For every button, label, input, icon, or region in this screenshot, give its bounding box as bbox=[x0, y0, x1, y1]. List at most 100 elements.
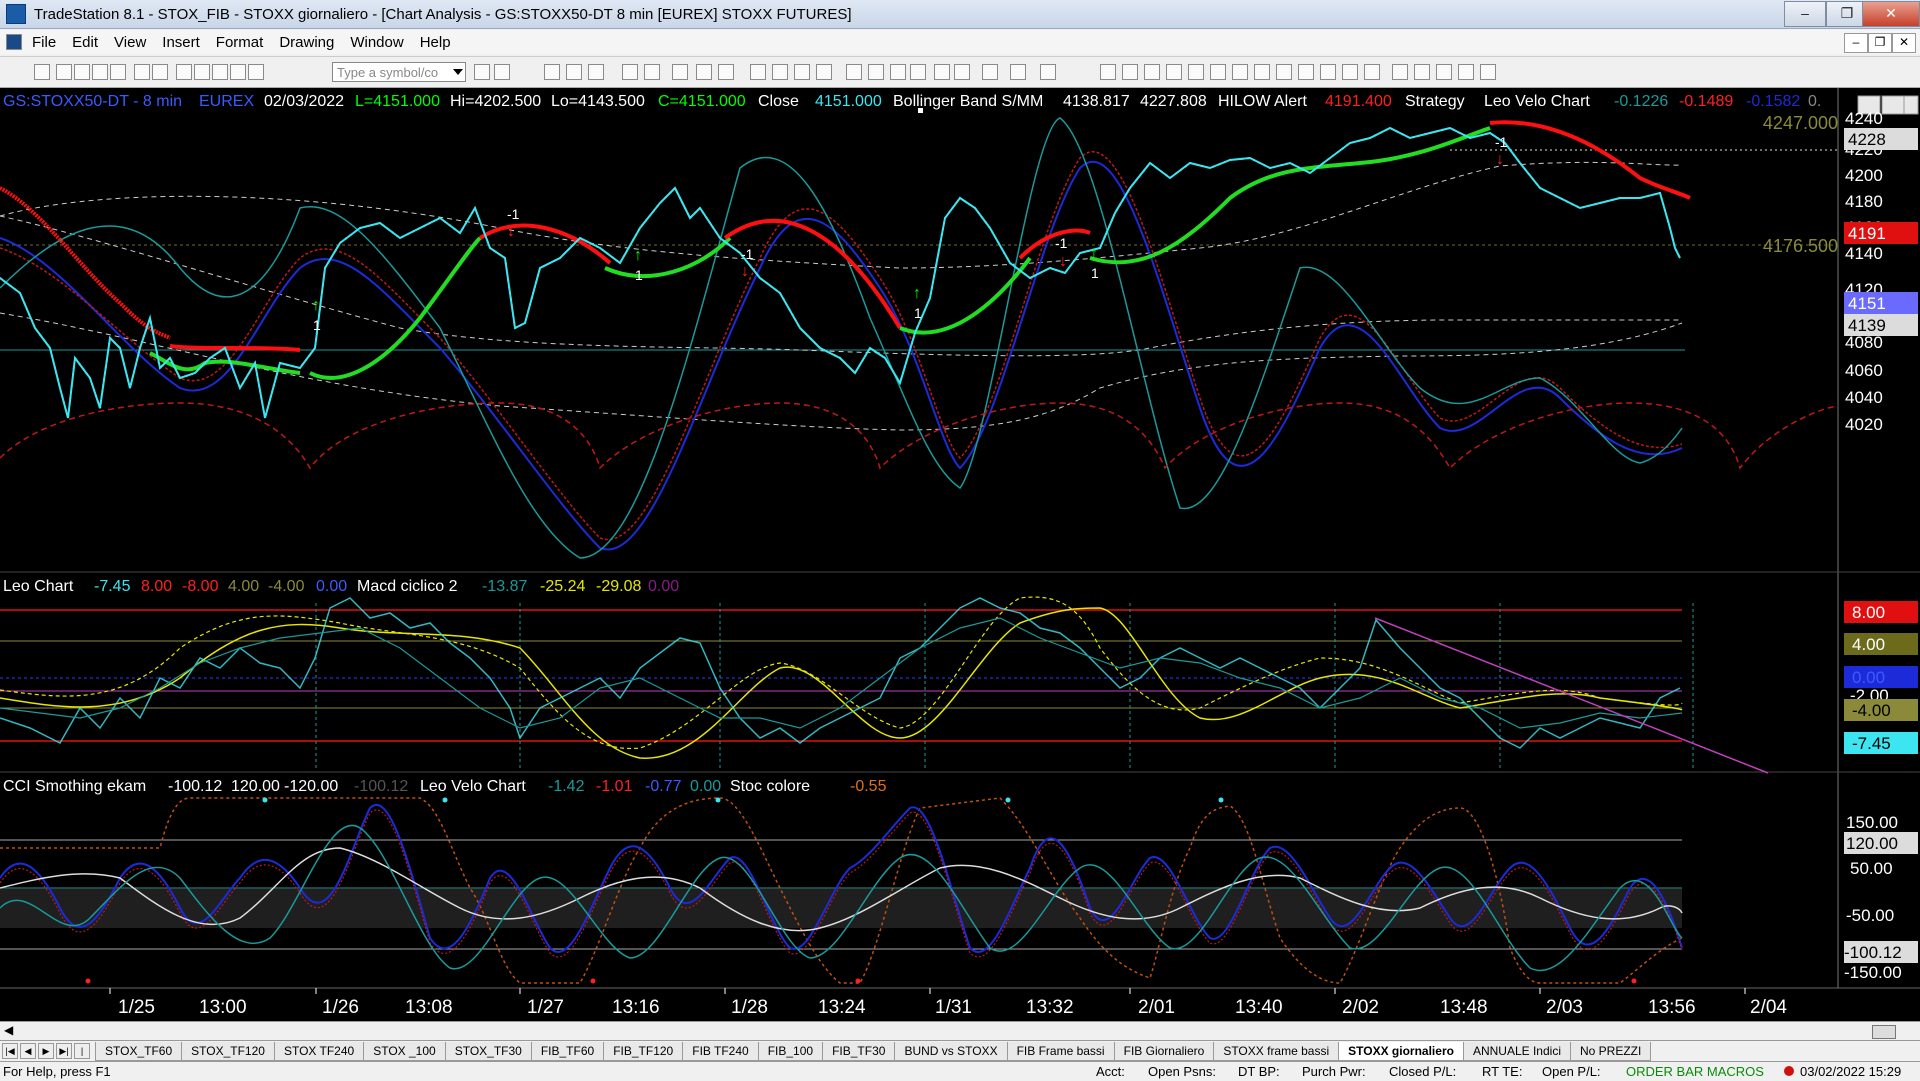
new-icon[interactable] bbox=[34, 64, 50, 80]
order-bar-icon[interactable] bbox=[750, 64, 766, 80]
bars-icon[interactable] bbox=[230, 64, 246, 80]
tab-stox-tf60[interactable]: STOX_TF60 bbox=[95, 1041, 183, 1061]
status-macros[interactable]: ORDER BAR MACROS bbox=[1626, 1064, 1764, 1079]
panel-restore-button[interactable] bbox=[1881, 95, 1905, 115]
tab-stox-tf240[interactable]: STOX TF240 bbox=[273, 1041, 365, 1061]
open-icon[interactable] bbox=[56, 64, 72, 80]
minimize-button[interactable]: – bbox=[1784, 1, 1826, 27]
tab-fib-giornaliero[interactable]: FIB Giornaliero bbox=[1113, 1041, 1215, 1061]
tab-stox-tf30[interactable]: STOX_TF30 bbox=[444, 1041, 532, 1061]
mdi-minimize-button[interactable]: – bbox=[1844, 33, 1868, 53]
crosshair-icon[interactable] bbox=[954, 64, 970, 80]
pen-icon[interactable] bbox=[1364, 64, 1380, 80]
radar-icon[interactable] bbox=[566, 64, 582, 80]
menu-drawing[interactable]: Drawing bbox=[279, 34, 334, 51]
mdi-close-button[interactable]: ✕ bbox=[1892, 33, 1916, 53]
regression-icon[interactable] bbox=[1276, 64, 1292, 80]
tab-stoxx-frame-bassi[interactable]: STOXX frame bassi bbox=[1213, 1041, 1340, 1061]
print-icon[interactable] bbox=[134, 64, 150, 80]
tab-prev-icon[interactable]: ◀ bbox=[20, 1043, 36, 1059]
gann-fan-icon[interactable] bbox=[1232, 64, 1248, 80]
tab-stox-100[interactable]: STOX _100 bbox=[363, 1041, 446, 1061]
pointer-icon[interactable] bbox=[934, 64, 950, 80]
chart-analysis-window[interactable]: GS:STOXX50-DT - 8 min EUREX 02/03/2022 L… bbox=[0, 88, 1920, 1021]
window-icon[interactable] bbox=[194, 64, 210, 80]
tab-first-icon[interactable]: |◀ bbox=[2, 1043, 18, 1059]
menu-help[interactable]: Help bbox=[420, 34, 451, 51]
tools-icon[interactable] bbox=[982, 64, 998, 80]
menu-insert[interactable]: Insert bbox=[162, 34, 200, 51]
cursor-icon[interactable] bbox=[868, 64, 884, 80]
andrews-icon[interactable] bbox=[1320, 64, 1336, 80]
arrow-up-icon[interactable] bbox=[1414, 64, 1430, 80]
trade-manager-icon[interactable] bbox=[794, 64, 810, 80]
menu-file[interactable]: File bbox=[32, 34, 56, 51]
report-icon[interactable] bbox=[696, 64, 712, 80]
save-icon[interactable] bbox=[74, 64, 90, 80]
vertical-line-icon[interactable] bbox=[1122, 64, 1138, 80]
web-icon[interactable] bbox=[248, 64, 264, 80]
horizontal-line-icon[interactable] bbox=[1144, 64, 1160, 80]
text-icon[interactable] bbox=[1480, 64, 1496, 80]
analysis-icon[interactable] bbox=[672, 64, 688, 80]
menu-window[interactable]: Window bbox=[350, 34, 403, 51]
play-icon[interactable] bbox=[474, 64, 490, 80]
fib-retracement-icon[interactable] bbox=[1166, 64, 1182, 80]
tab-next-icon[interactable]: ▶ bbox=[38, 1043, 54, 1059]
leo-chart-panel[interactable]: Leo Chart -7.45 8.00 -8.00 4.00 -4.00 0.… bbox=[0, 578, 1918, 774]
scroll-left-icon[interactable]: ◀ bbox=[4, 1023, 13, 1037]
tab-fib-tf60[interactable]: FIB_TF60 bbox=[530, 1041, 605, 1061]
trendline-icon[interactable] bbox=[1100, 64, 1116, 80]
account-icon[interactable] bbox=[816, 64, 832, 80]
horizontal-scrollbar[interactable]: ◀ bbox=[0, 1021, 1920, 1040]
rectangle-icon[interactable] bbox=[1458, 64, 1474, 80]
menu-view[interactable]: View bbox=[114, 34, 146, 51]
chart-icon[interactable] bbox=[544, 64, 560, 80]
menu-format[interactable]: Format bbox=[216, 34, 264, 51]
tab-stoxx-giornaliero[interactable]: STOXX giornaliero bbox=[1338, 1041, 1464, 1061]
speed-lines-icon[interactable] bbox=[1254, 64, 1270, 80]
tab-no-prezzi[interactable]: No PREZZI bbox=[1569, 1041, 1652, 1061]
selection-handle[interactable] bbox=[918, 108, 923, 113]
tab-fib-tf30[interactable]: FIB_TF30 bbox=[822, 1041, 896, 1061]
mdi-restore-button[interactable]: ❐ bbox=[1868, 33, 1892, 53]
symbol-input[interactable]: Type a symbol/co bbox=[332, 62, 466, 82]
tab-fib-tf120[interactable]: FIB_TF120 bbox=[603, 1041, 684, 1061]
ellipse-icon[interactable] bbox=[1436, 64, 1452, 80]
matrix-icon[interactable] bbox=[588, 64, 604, 80]
menu-edit[interactable]: Edit bbox=[72, 34, 98, 51]
scanner-icon[interactable] bbox=[622, 64, 638, 80]
insert-icon[interactable] bbox=[1010, 64, 1026, 80]
zoom-in-icon[interactable] bbox=[890, 64, 906, 80]
lookup-icon[interactable] bbox=[494, 64, 510, 80]
scrollbar-thumb[interactable] bbox=[1872, 1025, 1896, 1039]
matrix-order-icon[interactable] bbox=[772, 64, 788, 80]
panel-close-button[interactable] bbox=[1903, 95, 1919, 115]
cycle-icon[interactable] bbox=[1298, 64, 1314, 80]
delete-icon[interactable] bbox=[1040, 64, 1056, 80]
chevron-down-icon[interactable] bbox=[453, 69, 463, 75]
flag-icon[interactable] bbox=[846, 64, 862, 80]
tab-last-icon[interactable]: ▶| bbox=[56, 1043, 72, 1059]
tab-fib-100[interactable]: FIB_100 bbox=[757, 1041, 824, 1061]
cci-panel[interactable]: CCI Smothing ekam -100.12 120.00 -120.00… bbox=[0, 778, 1918, 984]
folder-icon[interactable] bbox=[110, 64, 126, 80]
close-button[interactable]: ✕ bbox=[1862, 1, 1920, 27]
tab-fib-tf240[interactable]: FIB TF240 bbox=[682, 1041, 759, 1061]
print-preview-icon[interactable] bbox=[152, 64, 168, 80]
save-all-icon[interactable] bbox=[92, 64, 108, 80]
fib-time-icon[interactable] bbox=[1188, 64, 1204, 80]
price-panel[interactable]: GS:STOXX50-DT - 8 min EUREX 02/03/2022 L… bbox=[0, 93, 1918, 559]
workspace-icon[interactable] bbox=[176, 64, 192, 80]
tab-annuale-indici[interactable]: ANNUALE Indici bbox=[1462, 1041, 1571, 1061]
options-icon[interactable] bbox=[644, 64, 660, 80]
arrow-down-icon[interactable] bbox=[1392, 64, 1408, 80]
lock-icon[interactable] bbox=[212, 64, 228, 80]
news-icon[interactable] bbox=[718, 64, 734, 80]
tab-list-icon[interactable]: | bbox=[74, 1043, 90, 1059]
arc-icon[interactable] bbox=[1342, 64, 1358, 80]
tab-stox-tf120[interactable]: STOX_TF120 bbox=[181, 1041, 275, 1061]
tab-fib-frame-bassi[interactable]: FIB Frame bassi bbox=[1006, 1041, 1115, 1061]
channel-icon[interactable] bbox=[1210, 64, 1226, 80]
tab-bund-vs-stoxx[interactable]: BUND vs STOXX bbox=[894, 1041, 1008, 1061]
